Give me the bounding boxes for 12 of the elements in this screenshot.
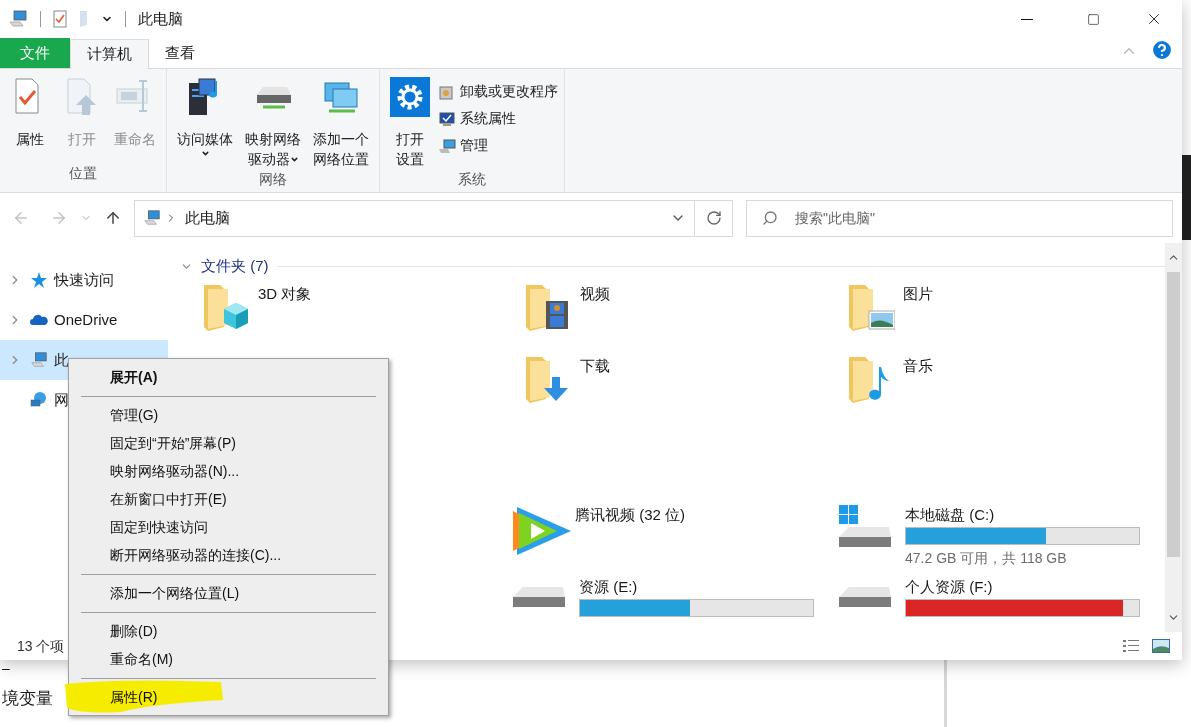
ribbon-group-label: 网络 <box>258 170 288 189</box>
ribbon-group-label: 位置 <box>68 164 98 183</box>
drive-name: 资源 (E:) <box>579 576 639 597</box>
ribbon-group-label: 系统 <box>457 170 487 189</box>
window-title: 此电脑 <box>138 8 183 29</box>
item-count: 13 个项 <box>17 636 65 656</box>
drive-name: 本地磁盘 (C:) <box>905 504 996 525</box>
document-text: – <box>2 660 10 676</box>
document-text: 境变量 <box>2 688 53 710</box>
free-space-text: 47.2 GB 可用，共 118 GB <box>905 548 1068 568</box>
drive-name: 个人资源 (F:) <box>905 576 994 597</box>
drive-name: 腾讯视频 (32 位) <box>575 504 685 525</box>
